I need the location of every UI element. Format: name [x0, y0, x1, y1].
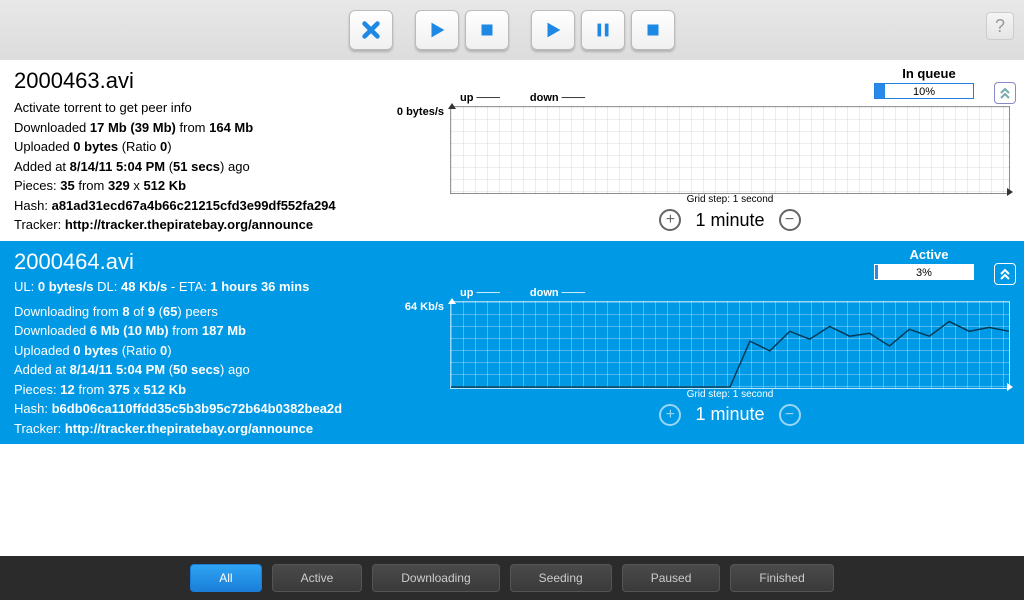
graph-time-span: 1 minute [695, 210, 764, 231]
stop-icon [642, 19, 664, 41]
help-button[interactable]: ? [986, 12, 1014, 40]
graph-legend: up ─── down ─── [460, 287, 585, 299]
collapse-button[interactable] [994, 263, 1016, 285]
play-icon [426, 19, 448, 41]
status-label: In queue [874, 66, 984, 81]
status-label: Active [874, 247, 984, 262]
zoom-out-button[interactable]: − [779, 404, 801, 426]
zoom-out-button[interactable]: − [779, 209, 801, 231]
status-block: Active 3% [874, 247, 984, 280]
progress-bar: 3% [874, 264, 974, 280]
play-all-button[interactable] [531, 10, 575, 50]
progress-pct: 3% [875, 265, 973, 281]
toolbar: ? [0, 0, 1024, 60]
chevrons-up-icon [998, 86, 1012, 100]
status-block: In queue 10% [874, 66, 984, 99]
graph-y-rate: 64 Kb/s [384, 301, 444, 313]
filter-bar: All Active Downloading Seeding Paused Fi… [0, 556, 1024, 600]
torrent-item[interactable]: 2000464.avi UL: 0 bytes/s DL: 48 Kb/s - … [0, 241, 1024, 445]
torrent-filename: 2000464.avi [14, 249, 1010, 275]
collapse-button[interactable] [994, 82, 1016, 104]
progress-bar: 10% [874, 83, 974, 99]
remove-button[interactable] [349, 10, 393, 50]
filter-downloading[interactable]: Downloading [372, 564, 499, 592]
filter-active[interactable]: Active [272, 564, 363, 592]
filter-seeding[interactable]: Seeding [510, 564, 612, 592]
graph-grid-step: Grid step: 1 second [450, 194, 1010, 205]
filter-paused[interactable]: Paused [622, 564, 721, 592]
stop-button[interactable] [465, 10, 509, 50]
filter-all[interactable]: All [190, 564, 261, 592]
play-button[interactable] [415, 10, 459, 50]
torrent-filename: 2000463.avi [14, 68, 1010, 94]
graph-legend: up ─── down ─── [460, 92, 585, 104]
pause-icon [592, 19, 614, 41]
rate-chart [450, 106, 1010, 194]
x-icon [360, 19, 382, 41]
stop-all-button[interactable] [631, 10, 675, 50]
graph-time-span: 1 minute [695, 404, 764, 425]
chevrons-up-icon [998, 267, 1012, 281]
stop-icon [476, 19, 498, 41]
rate-graph: 64 Kb/s up ─── down ─── Grid step: 1 sec… [450, 301, 1010, 426]
zoom-in-button[interactable]: + [659, 209, 681, 231]
torrent-list: 2000463.avi In queue 10% Activate torren… [0, 60, 1024, 556]
pause-all-button[interactable] [581, 10, 625, 50]
progress-pct: 10% [875, 84, 973, 100]
graph-grid-step: Grid step: 1 second [450, 389, 1010, 400]
rate-graph: 0 bytes/s up ─── down ─── Grid step: 1 s… [450, 106, 1010, 231]
down-line [451, 302, 1009, 388]
play-icon [542, 19, 564, 41]
filter-finished[interactable]: Finished [730, 564, 833, 592]
arrow-up-icon [448, 103, 456, 109]
zoom-in-button[interactable]: + [659, 404, 681, 426]
torrent-item[interactable]: 2000463.avi In queue 10% Activate torren… [0, 60, 1024, 241]
arrow-right-icon [1007, 188, 1013, 196]
graph-y-rate: 0 bytes/s [384, 106, 444, 118]
rate-chart [450, 301, 1010, 389]
